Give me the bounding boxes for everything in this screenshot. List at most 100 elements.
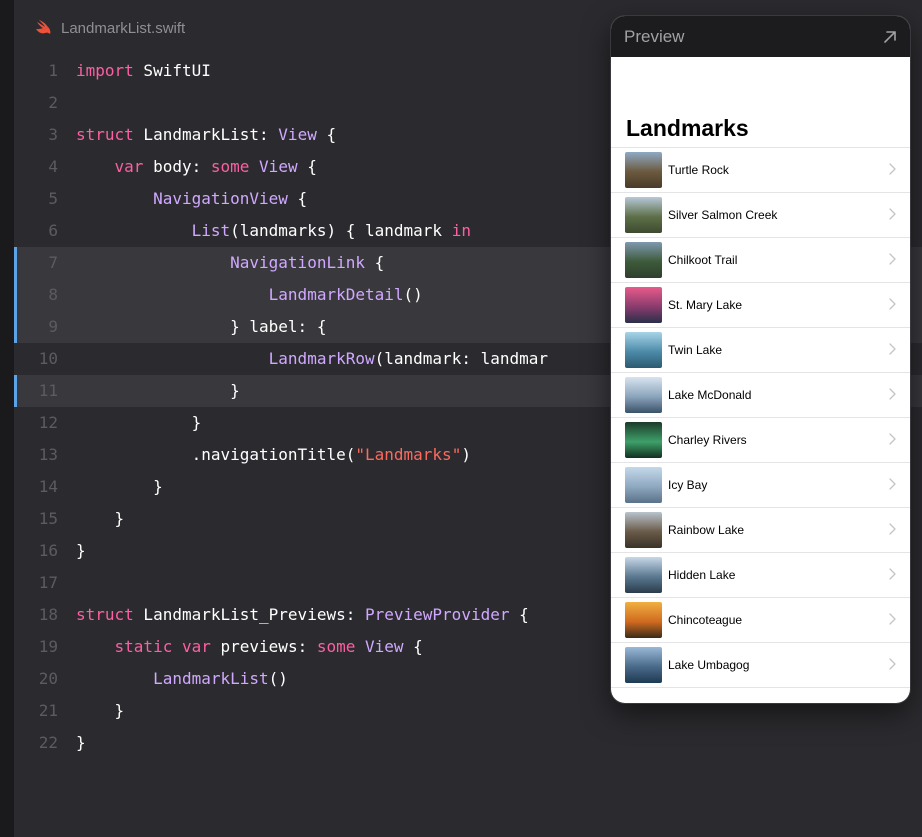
code-text[interactable]: } bbox=[76, 471, 163, 503]
preview-header: Preview bbox=[611, 16, 910, 57]
landmark-row[interactable]: Silver Salmon Creek bbox=[611, 193, 910, 238]
line-number: 22 bbox=[38, 733, 58, 752]
line-number: 19 bbox=[38, 637, 58, 656]
swift-icon bbox=[36, 20, 51, 34]
code-token: { bbox=[364, 253, 385, 272]
code-text[interactable]: } bbox=[76, 727, 86, 759]
line-number: 10 bbox=[38, 349, 58, 368]
code-text[interactable]: NavigationView { bbox=[76, 183, 307, 215]
landmark-row[interactable]: Chilkoot Trail bbox=[611, 238, 910, 283]
code-token: struct bbox=[76, 605, 134, 624]
chevron-right-icon bbox=[889, 208, 896, 220]
code-token: in bbox=[451, 221, 471, 240]
landmark-thumbnail bbox=[625, 242, 662, 278]
code-token: LandmarkDetail bbox=[268, 285, 404, 304]
landmark-thumbnail bbox=[625, 197, 662, 233]
landmark-row[interactable]: Hidden Lake bbox=[611, 553, 910, 598]
code-text[interactable]: } bbox=[76, 375, 240, 407]
code-token: } bbox=[76, 541, 86, 560]
code-token: (landmarks) { landmark bbox=[230, 221, 452, 240]
landmark-name: Lake McDonald bbox=[668, 388, 752, 402]
code-text[interactable]: } bbox=[76, 407, 202, 439]
code-token: } bbox=[76, 381, 240, 400]
line-number: 18 bbox=[38, 605, 58, 624]
code-token: View bbox=[365, 637, 404, 656]
landmark-row[interactable]: Rainbow Lake bbox=[611, 508, 910, 553]
line-number: 16 bbox=[38, 541, 58, 560]
landmark-list: Turtle Rock Silver Salmon Creek Chilkoot T… bbox=[611, 147, 910, 688]
chevron-right-icon bbox=[889, 568, 896, 580]
code-token: import bbox=[76, 61, 134, 80]
code-text[interactable]: struct LandmarkList_Previews: PreviewPro… bbox=[76, 599, 529, 631]
code-text[interactable]: } bbox=[76, 535, 86, 567]
code-token: SwiftUI bbox=[133, 61, 211, 80]
code-token: (landmark: landmar bbox=[374, 349, 549, 368]
code-text[interactable]: } bbox=[76, 695, 125, 727]
code-token: List bbox=[191, 221, 231, 240]
preview-title: Preview bbox=[624, 26, 685, 46]
landmark-thumbnail bbox=[625, 467, 662, 503]
landmark-name: Silver Salmon Creek bbox=[668, 208, 778, 222]
code-line[interactable]: 22} bbox=[14, 727, 922, 759]
arrow-up-right-icon[interactable] bbox=[882, 29, 898, 45]
code-token: } bbox=[76, 509, 125, 528]
code-text[interactable]: static var previews: some View { bbox=[76, 631, 423, 663]
landmark-thumbnail bbox=[625, 287, 662, 323]
landmark-thumbnail bbox=[625, 332, 662, 368]
code-text[interactable]: List(landmarks) { landmark in bbox=[76, 215, 471, 247]
landmark-thumbnail bbox=[625, 557, 662, 593]
landmark-thumbnail bbox=[625, 512, 662, 548]
landmark-name: Rainbow Lake bbox=[668, 523, 745, 537]
landmark-row[interactable]: Turtle Rock bbox=[611, 148, 910, 193]
chevron-right-icon bbox=[889, 253, 896, 265]
code-text[interactable]: } label: { bbox=[76, 311, 326, 343]
code-token: "Landmarks" bbox=[355, 445, 462, 464]
landmark-row[interactable]: Icy Bay bbox=[611, 463, 910, 508]
chevron-right-icon bbox=[889, 388, 896, 400]
code-text[interactable]: struct LandmarkList: View { bbox=[76, 119, 336, 151]
landmark-row[interactable]: Lake Umbagog bbox=[611, 643, 910, 688]
code-text[interactable]: LandmarkDetail() bbox=[76, 279, 423, 311]
line-number: 15 bbox=[38, 509, 58, 528]
code-token: View bbox=[259, 157, 298, 176]
landmark-name: Chilkoot Trail bbox=[668, 253, 738, 267]
chevron-right-icon bbox=[889, 163, 896, 175]
code-text[interactable]: } bbox=[76, 503, 125, 535]
line-number: 4 bbox=[48, 157, 58, 176]
code-text[interactable]: var body: some View { bbox=[76, 151, 317, 183]
code-text[interactable]: LandmarkList() bbox=[76, 663, 288, 695]
line-number: 7 bbox=[48, 253, 58, 272]
chevron-right-icon bbox=[889, 613, 896, 625]
landmark-row[interactable]: Charley Rivers bbox=[611, 418, 910, 463]
code-text[interactable]: .navigationTitle("Landmarks") bbox=[76, 439, 471, 471]
landmark-row[interactable]: St. Mary Lake bbox=[611, 283, 910, 328]
landmark-name: Charley Rivers bbox=[668, 433, 747, 447]
landmark-name: Lake Umbagog bbox=[668, 658, 750, 672]
code-text[interactable]: LandmarkRow(landmark: landmar bbox=[76, 343, 548, 375]
landmark-row[interactable]: Chincoteague bbox=[611, 598, 910, 643]
line-number: 2 bbox=[48, 93, 58, 112]
file-tab[interactable]: LandmarkList.swift bbox=[34, 19, 185, 37]
code-token: } bbox=[76, 701, 125, 720]
code-text[interactable]: import SwiftUI bbox=[76, 55, 211, 87]
landmark-row[interactable]: Twin Lake bbox=[611, 328, 910, 373]
chevron-right-icon bbox=[889, 658, 896, 670]
code-token: ) bbox=[461, 445, 471, 464]
code-text[interactable]: NavigationLink { bbox=[76, 247, 384, 279]
code-token: } label: { bbox=[76, 317, 327, 336]
line-number: 17 bbox=[38, 573, 58, 592]
code-token: some bbox=[210, 157, 250, 176]
line-number: 20 bbox=[38, 669, 58, 688]
landmark-thumbnail bbox=[625, 602, 662, 638]
code-token: View bbox=[278, 125, 317, 144]
code-token: LandmarkList: bbox=[133, 125, 279, 144]
landmark-row[interactable]: Lake McDonald bbox=[611, 373, 910, 418]
line-number: 8 bbox=[48, 285, 58, 304]
